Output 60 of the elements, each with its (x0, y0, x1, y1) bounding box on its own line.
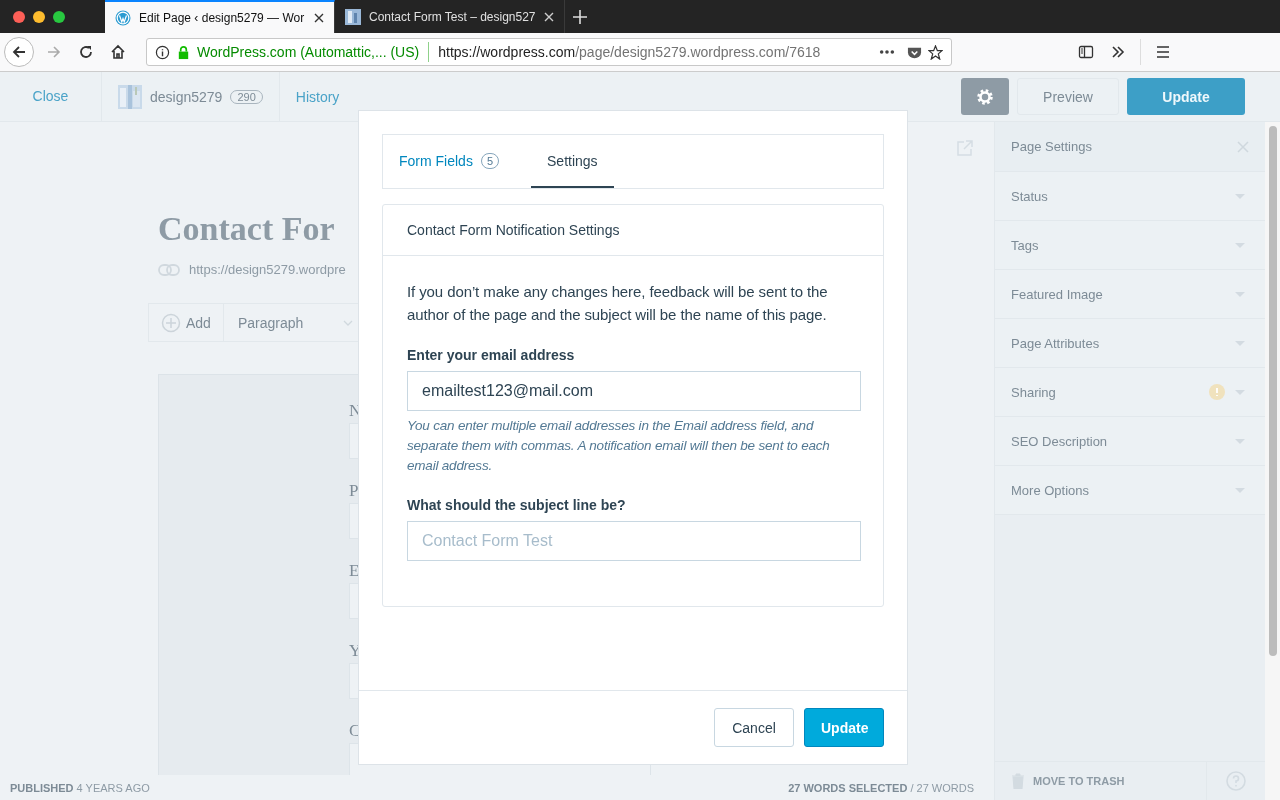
field-label: P (349, 481, 359, 502)
menu-icon[interactable] (1155, 44, 1171, 60)
home-icon[interactable] (110, 44, 126, 60)
move-to-trash-button[interactable]: MOVE TO TRASH (995, 762, 1207, 800)
tab[interactable]: Settings (531, 135, 614, 188)
new-tab-icon[interactable] (572, 9, 587, 24)
plus-icon (161, 312, 181, 333)
address-bar[interactable]: WordPress.com (Automattic,... (US) https://wordpress.com/page/design5279.wordpress.com/7618 (146, 38, 952, 66)
browser-tab[interactable]: Edit Page ‹ design5279 — Wor (105, 0, 335, 33)
settings-button[interactable] (961, 78, 1009, 115)
link-icon (158, 263, 180, 276)
url-text: https://wordpress.com/page/design5279.wordpress.com/7618 (438, 44, 821, 60)
caret-icon (1235, 438, 1245, 444)
site-name[interactable]: design5279 (150, 88, 223, 105)
zoom-window-icon[interactable] (53, 10, 65, 23)
close-link[interactable]: Close (0, 72, 102, 121)
sidebar-icon[interactable] (1078, 44, 1094, 60)
update-button[interactable]: Update (804, 708, 884, 747)
tab[interactable]: Form Fields 5 (399, 135, 516, 188)
field-label: Enter your email address (407, 347, 576, 363)
reload-icon[interactable] (78, 44, 94, 60)
caret-icon (1235, 291, 1245, 297)
star-icon[interactable] (928, 44, 943, 60)
site-identity: WordPress.com (Automattic,... (US) (197, 44, 420, 60)
scrollbar-thumb[interactable] (1268, 126, 1277, 656)
intro-text: If you don’t make any changes here, feedback will be sent to the author of the page and the subject will be the name of this page. (407, 282, 829, 325)
update-button[interactable]: Update (1127, 78, 1245, 115)
sidebar-title: Page Settings (1011, 139, 1093, 154)
back-button[interactable] (4, 37, 34, 67)
publish-status: PUBLISHED 4 YEARS AGO (10, 781, 150, 794)
lock-icon (176, 44, 191, 60)
field-label: What should the subject line be? (407, 497, 627, 513)
overflow-icon[interactable] (1110, 44, 1126, 60)
caret-icon (1235, 389, 1245, 395)
card-title: Contact Form Notification Settings (383, 205, 883, 256)
close-window-icon[interactable] (13, 10, 25, 23)
wordpress-logo-icon (115, 9, 131, 26)
close-tab-icon[interactable] (314, 12, 324, 23)
thumbnail-icon (345, 8, 361, 25)
subject-field[interactable]: Contact Form Test (407, 521, 861, 561)
chevron-icon (343, 319, 354, 326)
back-arrow-icon (11, 44, 27, 60)
caret-icon (1235, 487, 1245, 493)
field-label: E (349, 561, 360, 582)
word-count: 27 WORDS SELECTED / 27 WORDS (788, 781, 974, 794)
cancel-button[interactable]: Cancel (714, 708, 794, 747)
preview-button[interactable]: Preview (1017, 78, 1119, 115)
info-icon[interactable] (155, 44, 170, 60)
add-block-button[interactable]: Add (149, 304, 224, 341)
permalink[interactable]: https://design5279.wordpre (189, 262, 346, 277)
gear-icon (975, 86, 995, 107)
history-link[interactable]: History (279, 88, 340, 105)
caret-icon (1235, 193, 1245, 199)
more-icon[interactable] (879, 49, 895, 55)
caret-icon (1235, 242, 1245, 248)
minimize-window-icon[interactable] (33, 10, 45, 23)
caret-icon (1235, 340, 1245, 346)
email-field[interactable]: emailtest123@mail.com (407, 371, 861, 411)
help-text: You can enter multiple email addresses in the Email address field, and separate them with commas. A notification email will then be sent to each email address. (407, 417, 831, 475)
block-type-dropdown[interactable]: Paragraph (223, 314, 368, 331)
